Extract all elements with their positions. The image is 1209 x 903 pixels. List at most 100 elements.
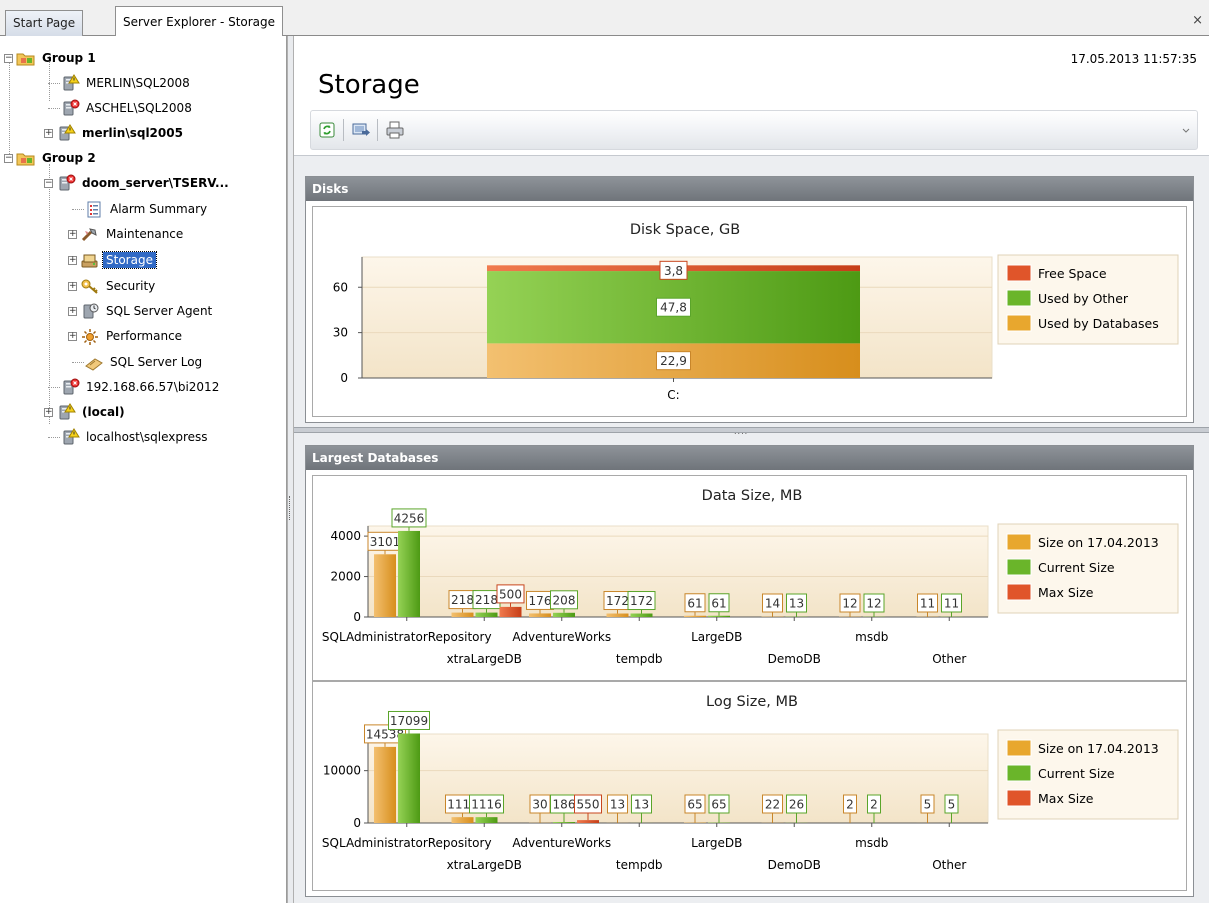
document-tabstrip: Start Page Server Explorer - Storage × (0, 0, 1209, 37)
tree-connector (72, 208, 84, 210)
y-tick-label: 30 (333, 326, 348, 340)
tree-node[interactable]: − Group 1 (4, 48, 99, 68)
disk-space-svg: Disk Space, GB 0 30 60 22,9 47,8 3,8 C: Free Spa… (333, 222, 1179, 402)
tree-node-label: doom_server\TSERV... (82, 176, 229, 190)
tree-node[interactable]: + Performance (68, 326, 185, 346)
server-explorer-tree[interactable]: − Group 1 MERLIN\SQL2008 ASCHEL\SQL2008 + mer… (0, 36, 287, 903)
x-tick-label: DemoDB (768, 652, 821, 666)
data-label: 3101 (370, 535, 401, 549)
legend-swatch (1006, 789, 1032, 807)
y-tick-label: 4000 (330, 529, 361, 543)
x-tick-label: msdb (855, 836, 888, 850)
tree-node-label: ASCHEL\SQL2008 (86, 101, 192, 115)
chevron-down-icon[interactable] (1181, 127, 1191, 135)
largest-databases-panel: Largest Databases Data Size, MB 0 2000 4000… (305, 445, 1194, 897)
legend-swatch (1006, 764, 1032, 782)
data-label: 12 (866, 597, 881, 611)
tree-node[interactable]: Alarm Summary (72, 199, 210, 219)
data-label: 176 (529, 594, 552, 608)
horizontal-splitter[interactable]: .... (294, 427, 1209, 436)
legend-label: Used by Other (1038, 291, 1129, 306)
bar (398, 733, 420, 823)
tree-node-label: Security (106, 279, 156, 293)
collapse-icon[interactable]: − (44, 178, 53, 188)
log-icon (84, 353, 104, 371)
data-label: 13 (610, 798, 625, 812)
y-tick-label: 0 (340, 371, 348, 385)
collapse-icon[interactable]: − (4, 153, 13, 163)
splitter-grip[interactable]: .... (734, 427, 748, 436)
x-tick-label: tempdb (616, 652, 663, 666)
tree-node[interactable]: + Maintenance (68, 224, 186, 244)
x-tick-label: xtraLargeDB (447, 652, 522, 666)
legend-swatch (1006, 314, 1032, 332)
tab-server-explorer-storage[interactable]: Server Explorer - Storage (115, 6, 284, 37)
y-tick-label: 10000 (323, 764, 361, 778)
tab-label: Start Page (13, 16, 76, 30)
data-label: 65 (711, 798, 726, 812)
data-label: 186 (553, 798, 576, 812)
data-label: 13 (634, 798, 649, 812)
x-tick-label: AdventureWorks (512, 836, 611, 850)
tree-node[interactable]: + merlin\sql2005 (44, 123, 186, 143)
legend-label: Size on 17.04.2013 (1038, 741, 1159, 756)
log-size-chart: Log Size, MB 0 10000 14538 17099 SQLAdministr… (312, 681, 1187, 891)
tab-start-page[interactable]: Start Page (5, 10, 84, 36)
export-button[interactable] (351, 120, 371, 140)
tree-node[interactable]: + SQL Server Agent (68, 301, 215, 321)
page-title: Storage (318, 70, 420, 100)
maintenance-icon (80, 225, 100, 243)
expand-icon[interactable]: + (44, 128, 53, 138)
data-label: 11 (920, 597, 935, 611)
print-button[interactable] (385, 120, 405, 140)
x-tick-label: AdventureWorks (512, 630, 611, 644)
bar (630, 613, 653, 617)
expand-icon[interactable]: + (68, 229, 77, 239)
bar (451, 817, 474, 823)
vertical-splitter[interactable] (287, 36, 294, 903)
server-error-icon (60, 99, 80, 117)
tree-connector (9, 56, 10, 156)
tree-node[interactable]: MERLIN\SQL2008 (48, 73, 193, 93)
legend-swatch (1006, 533, 1032, 551)
bar (499, 606, 522, 617)
tree-node[interactable]: 192.168.66.57\bi2012 (48, 377, 222, 397)
view-header: Storage 17.05.2013 11:57:35 (294, 36, 1209, 156)
tree-node[interactable]: + Storage (68, 250, 157, 270)
toolbar-separator (343, 119, 344, 141)
bar (708, 615, 730, 617)
tree-node[interactable]: SQL Server Log (72, 352, 205, 372)
x-tick-label: LargeDB (691, 630, 742, 644)
expand-icon[interactable]: + (68, 281, 77, 291)
data-label: 65 (687, 798, 702, 812)
refresh-button[interactable] (317, 120, 337, 140)
data-label: 13 (789, 597, 804, 611)
data-label: 61 (711, 596, 726, 610)
chart-title: Disk Space, GB (630, 222, 740, 238)
tree-node[interactable]: localhost\sqlexpress (48, 427, 211, 447)
splitter-grip[interactable] (289, 496, 292, 520)
close-tab-icon[interactable]: × (1192, 13, 1203, 28)
folder-group-icon (16, 149, 36, 167)
x-tick-label: Other (932, 652, 966, 666)
tree-node[interactable]: − Group 2 (4, 148, 99, 168)
data-label: 218 (475, 593, 498, 607)
timestamp: 17.05.2013 11:57:35 (1070, 52, 1197, 66)
server-warning-icon (56, 124, 76, 142)
data-label: 500 (499, 587, 522, 601)
tree-node[interactable]: ASCHEL\SQL2008 (48, 98, 195, 118)
x-tick-label: tempdb (616, 858, 663, 872)
tree-node[interactable]: − doom_server\TSERV... (44, 173, 232, 193)
expand-icon[interactable]: + (68, 255, 77, 265)
data-label: 5 (924, 798, 932, 812)
y-tick-label: 0 (353, 610, 361, 624)
expand-icon[interactable]: + (68, 331, 77, 341)
tree-node-label: SQL Server Agent (106, 304, 213, 318)
tree-node[interactable]: + (local) (44, 402, 128, 422)
expand-icon[interactable]: + (44, 407, 53, 417)
tree-node[interactable]: + Security (68, 276, 158, 296)
collapse-icon[interactable]: − (4, 53, 13, 63)
y-tick-label: 2000 (330, 570, 361, 584)
expand-icon[interactable]: + (68, 306, 77, 316)
bar (475, 612, 498, 617)
